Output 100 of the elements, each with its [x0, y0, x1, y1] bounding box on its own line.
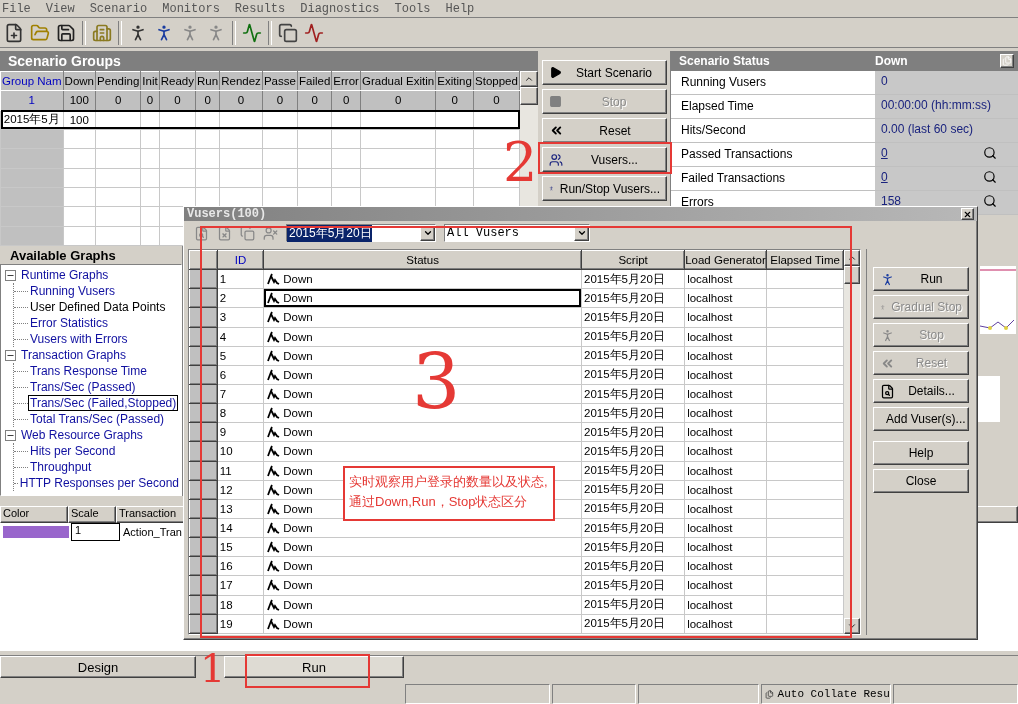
tree-item[interactable]: User Defined Data Points	[28, 299, 168, 315]
tree-item[interactable]: Vusers with Errors	[28, 331, 130, 347]
table-cell: localhost	[684, 441, 767, 462]
tree-item[interactable]: Transaction Graphs	[19, 347, 128, 363]
column-header[interactable]: Load Generator	[684, 250, 767, 270]
table-cell: 2015年5月20日	[581, 556, 685, 576]
column-header: Error	[331, 71, 361, 91]
tree-item[interactable]: HTTP Responses per Second	[17, 475, 181, 491]
table-cell: 19	[217, 614, 264, 634]
tree-item[interactable]: Trans/Sec (Passed)	[28, 379, 138, 395]
handwritten-mark: 1	[200, 648, 226, 688]
tree-item[interactable]: Trans/Sec (Failed,Stopped)	[28, 395, 179, 411]
table-cell[interactable]: Down	[263, 556, 582, 576]
scenario-button[interactable]: Run/Stop Vusers...	[542, 176, 667, 201]
menu-item[interactable]: Diagnostics	[300, 1, 380, 16]
table-cell: localhost	[684, 288, 767, 308]
status-text: Down	[283, 464, 313, 477]
table-cell: 2015年5月20日	[581, 518, 685, 538]
status-label: Hits/Second	[671, 119, 875, 142]
view-tab[interactable]: Design	[0, 656, 196, 678]
tree-item[interactable]: Total Trans/Sec (Passed)	[28, 411, 167, 427]
tree-item[interactable]: Hits per Second	[28, 443, 118, 459]
column-header[interactable]: Status	[263, 250, 582, 270]
status-link[interactable]: 0	[881, 170, 977, 184]
table-cell[interactable]: Down	[263, 422, 582, 442]
dialog-button[interactable]: Run	[873, 267, 969, 291]
table-cell[interactable]: Down	[263, 537, 582, 557]
menu-item[interactable]: View	[45, 1, 75, 16]
status-text: Down	[283, 292, 313, 305]
table-cell: localhost	[684, 269, 767, 289]
scenario-button[interactable]: Start Scenario	[542, 60, 667, 85]
status-text: Down	[283, 483, 313, 496]
status-text: Down	[283, 617, 313, 630]
table-cell: 4	[217, 327, 264, 347]
view-tab[interactable]: Run	[224, 656, 404, 678]
table-cell: 18	[217, 595, 264, 615]
tree-item[interactable]: Trans Response Time	[28, 363, 149, 379]
column-header: Run	[195, 71, 220, 91]
table-cell: localhost	[684, 422, 767, 442]
column-header: Stopped	[473, 71, 520, 91]
table-cell[interactable]: Down	[263, 441, 582, 462]
menu-item[interactable]: Results	[234, 1, 286, 16]
status-text: Down	[283, 388, 313, 401]
table-cell: 100	[63, 110, 96, 130]
scenario-button[interactable]: Reset	[542, 118, 667, 143]
dialog-button[interactable]: Help	[873, 441, 969, 465]
tree-item[interactable]: Throughput	[28, 459, 94, 475]
column-header[interactable]: ID	[217, 250, 264, 270]
tree-item[interactable]: Runtime Graphs	[19, 267, 111, 283]
menu-item[interactable]: Monitors	[162, 1, 220, 16]
table-cell: localhost	[684, 461, 767, 481]
table-cell: 9	[217, 422, 264, 442]
status-label: Failed Transactions	[671, 167, 875, 190]
table-cell: localhost	[684, 537, 767, 557]
table-cell: 2015年5月20日	[581, 480, 685, 500]
table-cell: 2015年5月20日	[581, 422, 685, 442]
menu-item[interactable]: Scenario	[89, 1, 148, 16]
tree-item[interactable]: Error Statistics	[28, 315, 110, 331]
menu-item[interactable]: Help	[445, 1, 475, 16]
table-cell: 2015年5月20日	[581, 307, 685, 328]
status-text: Down	[283, 541, 313, 554]
scenario-state: Down	[875, 54, 909, 68]
table-cell[interactable]: Down	[263, 614, 582, 634]
dialog-button[interactable]: Close	[873, 469, 969, 493]
table-cell: 2015年5月20日	[581, 614, 685, 634]
table-cell[interactable]: Down	[263, 307, 582, 328]
dialog-button[interactable]: Add Vuser(s)...	[873, 407, 969, 431]
status-text: Down	[283, 502, 313, 515]
menu-item[interactable]: File	[2, 1, 31, 16]
scenario-button[interactable]: Vusers...	[542, 147, 667, 172]
table-cell: 5	[217, 346, 264, 366]
panel-title: Scenario Groups	[0, 51, 538, 71]
scale-field[interactable]: 1	[71, 523, 120, 541]
column-header: Ready	[159, 71, 196, 91]
table-cell: 14	[217, 518, 264, 538]
panel-title: Available Graphs	[9, 246, 117, 264]
status-link[interactable]: 0	[881, 146, 977, 160]
dialog-button[interactable]: Details...	[873, 379, 969, 403]
table-cell[interactable]: Down	[263, 575, 582, 596]
table-cell: localhost	[684, 595, 767, 615]
column-header[interactable]: Script	[581, 250, 685, 270]
column-header[interactable]: Elapsed Time	[766, 250, 844, 270]
table-cell: 2015年5月20日	[581, 441, 685, 462]
table-cell: localhost	[684, 384, 767, 404]
table-cell[interactable]: Down	[263, 269, 582, 289]
column-header: Passe	[262, 71, 298, 91]
table-cell: 8	[217, 403, 264, 423]
column-header: Gradual Exitin	[360, 71, 436, 91]
table-cell: 2015年5月20日	[581, 499, 685, 519]
table-cell: localhost	[684, 575, 767, 596]
table-cell-text: Action_Tran	[122, 526, 182, 538]
tree-item[interactable]: Web Resource Graphs	[19, 427, 145, 443]
table-cell: 10	[217, 441, 264, 462]
table-cell: 2	[217, 288, 264, 308]
tree-item[interactable]: Running Vusers	[28, 283, 117, 299]
table-cell[interactable]: Down	[263, 595, 582, 615]
status-label: Elapsed Time	[671, 95, 875, 118]
column-header: Down	[63, 71, 96, 91]
table-cell[interactable]: Down	[263, 327, 582, 347]
menu-item[interactable]: Tools	[394, 1, 431, 16]
